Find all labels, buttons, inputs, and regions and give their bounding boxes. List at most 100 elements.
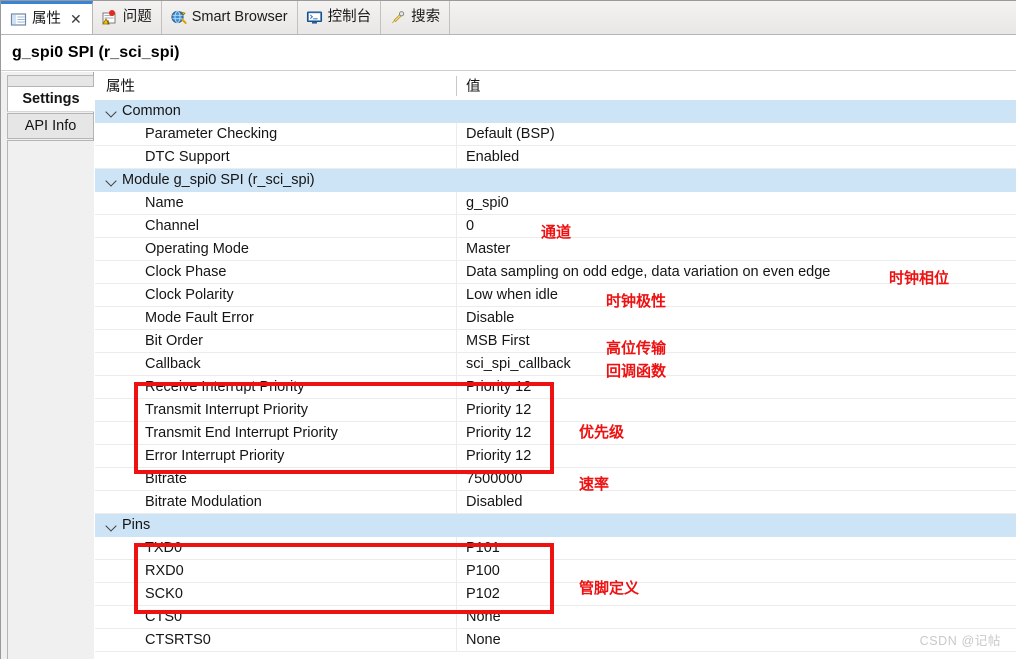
view-tab-bar: 属性 ✕ 问题 Smart Browser 控制台 搜索 (1, 1, 1016, 35)
close-icon[interactable]: ✕ (70, 12, 82, 26)
table-row[interactable]: SCK0 P102 (95, 583, 1016, 606)
value-cell[interactable]: P100 (456, 560, 1016, 583)
value-cell[interactable]: Data sampling on odd edge, data variatio… (456, 261, 1016, 284)
table-row[interactable]: CTS0 None (95, 606, 1016, 629)
value-cell[interactable]: P101 (456, 537, 1016, 560)
tab-search[interactable]: 搜索 (381, 1, 451, 34)
table-row[interactable]: Module g_spi0 SPI (r_sci_spi) (95, 169, 1016, 192)
property-label: Bitrate Modulation (145, 494, 262, 510)
value-cell[interactable]: Priority 12 (456, 399, 1016, 422)
property-cell: Operating Mode (95, 238, 456, 260)
value-label: Low when idle (466, 287, 558, 303)
table-row[interactable]: Receive Interrupt Priority Priority 12 (95, 376, 1016, 399)
value-cell[interactable] (456, 100, 1016, 122)
value-cell[interactable]: 0 (456, 215, 1016, 238)
property-label: CTS0 (145, 609, 183, 625)
sidebar-item-api-info[interactable]: API Info (7, 113, 94, 139)
table-row[interactable]: Transmit Interrupt Priority Priority 12 (95, 399, 1016, 422)
tab-console[interactable]: 控制台 (297, 1, 382, 34)
tab-properties-label: 属性 (32, 10, 61, 27)
value-cell[interactable]: sci_spi_callback (456, 353, 1016, 376)
value-cell[interactable]: Low when idle (456, 284, 1016, 307)
value-cell[interactable]: None (456, 606, 1016, 629)
table-row[interactable]: Parameter Checking Default (BSP) (95, 123, 1016, 146)
table-header-row: 属性 值 (95, 72, 1016, 100)
property-cell: Transmit Interrupt Priority (95, 399, 456, 421)
property-cell: Callback (95, 353, 456, 375)
table-row[interactable]: Common (95, 100, 1016, 123)
property-label: Mode Fault Error (145, 310, 254, 326)
value-cell[interactable]: Priority 12 (456, 445, 1016, 468)
table-row[interactable]: Bitrate 7500000 (95, 468, 1016, 491)
value-label: Priority 12 (466, 425, 532, 441)
property-cell: Bit Order (95, 330, 456, 352)
table-row[interactable]: Pins (95, 514, 1016, 537)
table-row[interactable]: Clock Phase Data sampling on odd edge, da… (95, 261, 1016, 284)
table-row[interactable]: Error Interrupt Priority Priority 12 (95, 445, 1016, 468)
property-label: CTSRTS0 (145, 632, 211, 648)
value-cell[interactable]: g_spi0 (456, 192, 1016, 215)
property-cell: CTS0 (95, 606, 456, 628)
column-header-property[interactable]: 属性 (95, 75, 456, 96)
problems-icon (101, 9, 118, 26)
property-label: Receive Interrupt Priority (145, 379, 305, 395)
property-label: RXD0 (145, 563, 184, 579)
table-row[interactable]: Transmit End Interrupt Priority Priority … (95, 422, 1016, 445)
chevron-down-icon[interactable] (106, 106, 117, 117)
table-row[interactable]: DTC Support Enabled (95, 146, 1016, 169)
property-label: Bit Order (145, 333, 204, 349)
value-cell[interactable]: Priority 12 (456, 422, 1016, 445)
table-row[interactable]: Name g_spi0 (95, 192, 1016, 215)
tab-problems-label: 问题 (122, 9, 152, 26)
value-label: Disable (466, 310, 515, 326)
column-header-value[interactable]: 值 (456, 75, 1016, 96)
property-label: Transmit Interrupt Priority (145, 402, 309, 418)
property-cell: Name (95, 192, 456, 214)
table-row[interactable]: Bitrate Modulation Disabled (95, 491, 1016, 514)
property-cell: Clock Polarity (95, 284, 456, 306)
chevron-down-icon[interactable] (106, 520, 117, 531)
table-row[interactable]: Callback sci_spi_callback (95, 353, 1016, 376)
table-row[interactable]: Mode Fault Error Disable (95, 307, 1016, 330)
property-label: Parameter Checking (145, 126, 278, 142)
tab-problems[interactable]: 问题 (92, 1, 162, 34)
watermark: CSDN @记帖 (919, 634, 1001, 648)
table-row[interactable]: RXD0 P100 (95, 560, 1016, 583)
value-cell[interactable]: Disabled (456, 491, 1016, 514)
tab-search-label: 搜索 (411, 9, 441, 26)
table-row[interactable]: Bit Order MSB First (95, 330, 1016, 353)
table-row[interactable]: Channel 0 (95, 215, 1016, 238)
value-cell[interactable]: P102 (456, 583, 1016, 606)
property-label: Clock Phase (145, 264, 227, 280)
column-resize-handle[interactable] (456, 76, 457, 96)
value-cell[interactable]: Master (456, 238, 1016, 261)
chevron-down-icon[interactable] (106, 175, 117, 186)
value-cell[interactable]: Enabled (456, 146, 1016, 169)
property-label: Transmit End Interrupt Priority (145, 425, 338, 441)
property-cell: CTSRTS0 (95, 629, 456, 651)
value-label: Enabled (466, 149, 520, 165)
value-cell[interactable]: Default (BSP) (456, 123, 1016, 146)
table-row[interactable]: CTSRTS0 None (95, 629, 1016, 652)
value-cell[interactable]: MSB First (456, 330, 1016, 353)
value-cell[interactable]: Priority 12 (456, 376, 1016, 399)
property-cell: Bitrate (95, 468, 456, 490)
properties-view-window: 属性 ✕ 问题 Smart Browser 控制台 搜索 g_spi0 SPI … (0, 0, 1016, 659)
tab-smart-browser[interactable]: Smart Browser (161, 1, 298, 34)
value-cell[interactable]: 7500000 (456, 468, 1016, 491)
sidebar-item-settings[interactable]: Settings (7, 86, 94, 112)
property-cell: DTC Support (95, 146, 456, 168)
table-row[interactable]: TXD0 P101 (95, 537, 1016, 560)
table-row[interactable]: Operating Mode Master (95, 238, 1016, 261)
sidebar-top-strip (7, 75, 94, 86)
page-title: g_spi0 SPI (r_sci_spi) (12, 44, 180, 61)
property-cell: Mode Fault Error (95, 307, 456, 329)
value-cell[interactable] (456, 169, 1016, 191)
value-label: P102 (466, 586, 500, 602)
value-cell[interactable] (456, 514, 1016, 536)
property-label: Module g_spi0 SPI (r_sci_spi) (122, 172, 315, 188)
tab-properties[interactable]: 属性 ✕ (1, 1, 93, 34)
value-label: P101 (466, 540, 500, 556)
value-cell[interactable]: Disable (456, 307, 1016, 330)
table-row[interactable]: Clock Polarity Low when idle (95, 284, 1016, 307)
